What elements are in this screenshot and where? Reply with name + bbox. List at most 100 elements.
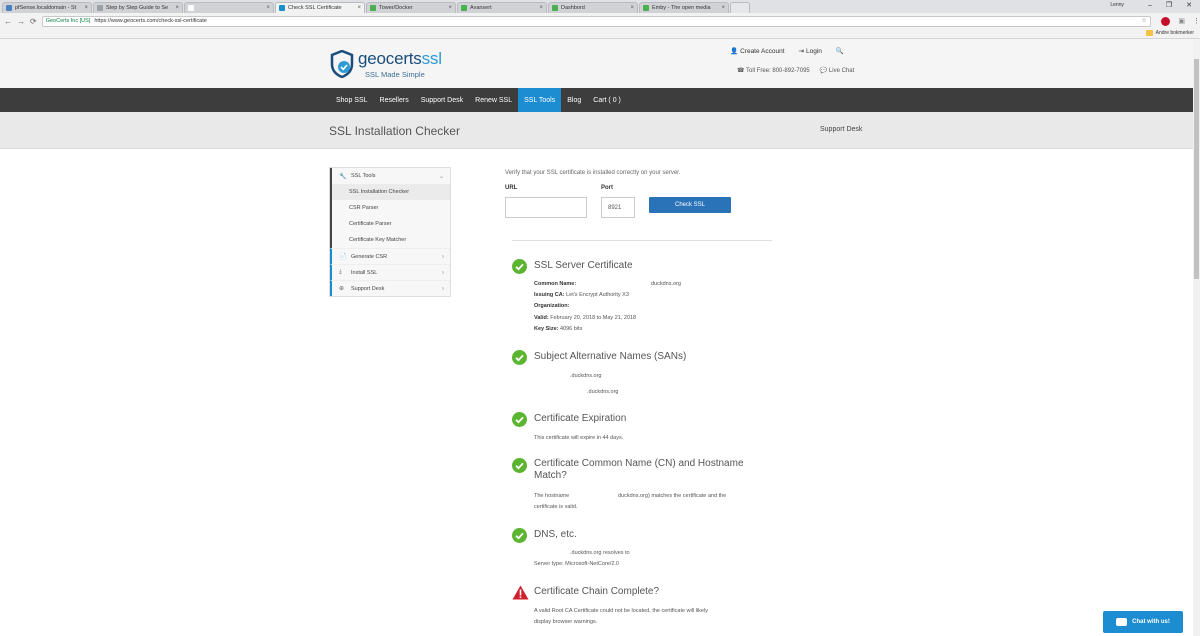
browser-tab[interactable]: Check SSL Certificate ×	[275, 2, 365, 13]
sidebar-item-ssl-installation-checker[interactable]: SSL Installation Checker	[330, 184, 450, 200]
key-size-row: Key Size: 4096 bits	[534, 326, 583, 332]
tab-close-icon[interactable]: ×	[266, 5, 270, 11]
chain-text-1: A valid Root CA Certificate could not be…	[534, 608, 708, 614]
tab-close-icon[interactable]: ×	[539, 5, 543, 11]
nav-item[interactable]: Cart ( 0 )	[587, 88, 627, 112]
browser-tab[interactable]: Emby - The open media ×	[639, 2, 729, 13]
chat-bubble-icon	[1116, 618, 1128, 626]
browser-tab[interactable]: Dashbord ×	[548, 2, 638, 13]
download-icon: ⤓	[339, 269, 342, 275]
chat-widget-button[interactable]: Chat with us!	[1103, 611, 1183, 633]
result-title: SSL Server Certificate	[534, 260, 633, 271]
url-text[interactable]: https://www.geocerts.com/check-ssl-certi…	[94, 18, 206, 24]
other-bookmarks-label: Andre bokmerker	[1155, 30, 1194, 36]
tab-favicon-icon	[370, 5, 376, 11]
browser-tab[interactable]: Avansert ×	[457, 2, 547, 13]
logo-text: geocertsssl SSL Made Simple	[358, 49, 442, 79]
port-input[interactable]: 8921	[601, 197, 635, 218]
san-entry: .duckdns.org	[570, 373, 602, 379]
sidebar-item-certificate-key-matcher[interactable]: Certificate Key Matcher	[330, 232, 450, 248]
server-type-text: Server type: Microsoft-NetCore/2.0	[534, 561, 619, 567]
nav-item[interactable]: Shop SSL	[330, 88, 374, 112]
tab-close-icon[interactable]: ×	[448, 5, 452, 11]
browser-tab[interactable]: pfSense.localdomain - St ×	[2, 2, 92, 13]
sidebar: 🔧 SSL Tools ⌄ SSL Installation Checker C…	[329, 167, 451, 297]
dns-resolve-text: .duckdns.org resolves to	[570, 550, 630, 556]
user-icon: 👤	[730, 48, 739, 55]
tab-close-icon[interactable]: ×	[84, 5, 88, 11]
divider	[512, 240, 772, 241]
folder-icon	[1145, 30, 1153, 36]
chain-text-2: display browser warnings.	[534, 619, 598, 625]
hostname-text-a: The hostname	[534, 493, 570, 499]
adblock-icon[interactable]	[1161, 16, 1171, 26]
page-scrollbar[interactable]	[1193, 39, 1200, 636]
tab-favicon-icon	[279, 5, 285, 11]
nav-item[interactable]: Support Desk	[415, 88, 469, 112]
create-account-link[interactable]: 👤 Create Account	[730, 47, 785, 56]
url-label: URL	[505, 185, 518, 191]
hostname-text-c: certificate is valid.	[534, 504, 578, 510]
minimize-button[interactable]: –	[1148, 2, 1152, 9]
search-icon[interactable]: 🔍	[836, 47, 844, 55]
check-circle-icon	[512, 528, 527, 543]
hostname-text-b: duckdns.org) matches the certificate and…	[618, 493, 727, 499]
browser-tab[interactable]: Step by Step Guide to Se ×	[93, 2, 183, 13]
checker-intro: Verify that your SSL certificate is inst…	[505, 170, 681, 176]
browser-tab[interactable]: ×	[184, 2, 274, 13]
tab-favicon-icon	[97, 5, 103, 11]
contact-info: ☎ Toll Free: 800-892-7095 💬 Live Chat	[737, 67, 854, 74]
login-link[interactable]: ⇥ Login	[799, 47, 822, 56]
maximize-button[interactable]: ❐	[1166, 1, 1172, 9]
tab-label: Dashbord	[561, 5, 585, 11]
result-title: Certificate Chain Complete?	[534, 586, 660, 597]
scrollbar-thumb[interactable]	[1194, 59, 1199, 279]
shield-check-icon	[330, 50, 354, 78]
sidebar-item-csr-parser[interactable]: CSR Parser	[330, 200, 450, 216]
browser-tab[interactable]: Tower/Docker ×	[366, 2, 456, 13]
warning-icon	[512, 585, 529, 600]
result-title: Subject Alternative Names (SANs)	[534, 351, 687, 362]
tab-label: Check SSL Certificate	[288, 5, 342, 11]
extension-icon[interactable]: ▣	[1178, 17, 1185, 25]
tab-label: Step by Step Guide to Se	[106, 5, 169, 11]
brand-name: geocertsssl	[358, 49, 442, 68]
reload-button[interactable]: ⟳	[30, 17, 37, 26]
tab-close-icon[interactable]: ×	[721, 5, 725, 11]
menu-icon[interactable]: ⋮	[1193, 17, 1200, 25]
new-tab-button[interactable]	[730, 2, 750, 13]
support-desk-link[interactable]: Support Desk	[820, 126, 862, 133]
check-ssl-button[interactable]: Check SSL	[649, 197, 731, 213]
live-chat-link[interactable]: 💬 Live Chat	[820, 67, 855, 74]
back-button[interactable]: ←	[4, 17, 12, 26]
tab-favicon-icon	[188, 5, 194, 11]
nav-item[interactable]: SSL Tools	[518, 88, 562, 112]
tab-close-icon[interactable]: ×	[357, 5, 361, 11]
other-bookmarks[interactable]: Andre bokmerker	[1145, 30, 1194, 36]
document-icon: 📄	[339, 254, 347, 260]
sidebar-item-support-desk[interactable]: ⊕ Support Desk ›	[330, 280, 450, 296]
sidebar-item-ssl-tools[interactable]: 🔧 SSL Tools ⌄	[330, 168, 450, 184]
bookmark-star-icon[interactable]: ☆	[1141, 18, 1146, 24]
sidebar-item-certificate-parser[interactable]: Certificate Parser	[330, 216, 450, 232]
tab-close-icon[interactable]: ×	[630, 5, 634, 11]
result-title: Certificate Common Name (CN) and Hostnam…	[534, 458, 744, 481]
omnibox[interactable]: GeoCerts Inc [US] https://www.geocerts.c…	[41, 15, 1152, 27]
brand-tagline: SSL Made Simple	[365, 70, 425, 79]
close-window-button[interactable]: ✕	[1186, 1, 1192, 9]
url-input[interactable]	[505, 197, 587, 218]
site-logo[interactable]: geocertsssl SSL Made Simple	[330, 49, 442, 79]
common-name-row: Common Name:	[534, 281, 577, 287]
nav-item[interactable]: Renew SSL	[469, 88, 518, 112]
sidebar-item-generate-csr[interactable]: 📄 Generate CSR ›	[330, 248, 450, 264]
chevron-down-icon: ⌄	[438, 173, 444, 180]
forward-button[interactable]: →	[17, 17, 25, 26]
tab-close-icon[interactable]: ×	[175, 5, 179, 11]
sidebar-item-install-ssl[interactable]: ⤓ Install SSL ›	[330, 264, 450, 280]
chevron-right-icon: ›	[442, 285, 444, 292]
nav-item[interactable]: Resellers	[374, 88, 415, 112]
nav-item[interactable]: Blog	[561, 88, 587, 112]
lifebuoy-icon: ⊕	[339, 286, 345, 292]
valid-row: Valid: February 20, 2018 to May 21, 2018	[534, 315, 637, 321]
page-title-bar: SSL Installation Checker Support Desk	[0, 112, 1200, 149]
